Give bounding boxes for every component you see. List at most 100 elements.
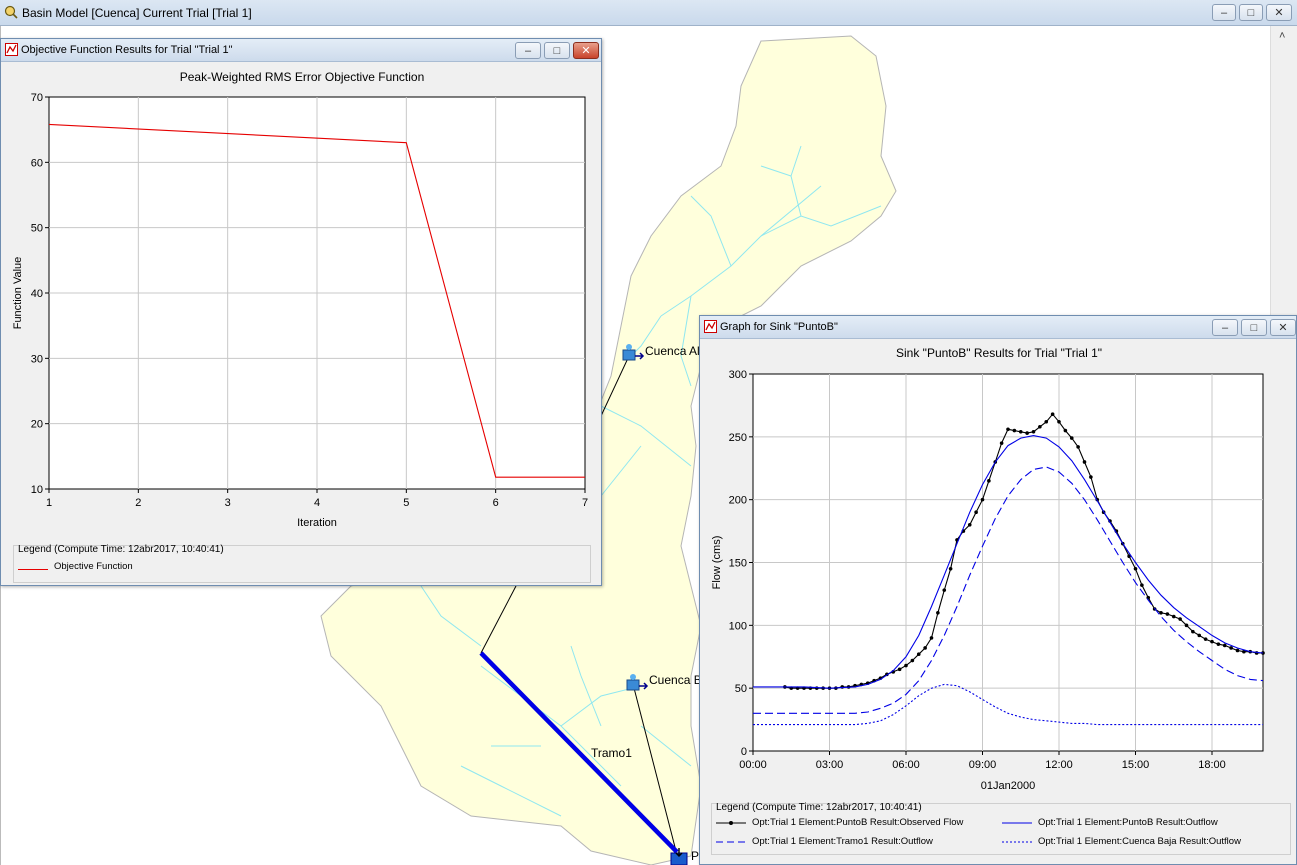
- x-tick-label: 18:00: [1198, 759, 1226, 771]
- observed-point: [987, 479, 991, 483]
- observed-point: [1140, 583, 1144, 587]
- close-icon: ✕: [581, 45, 591, 57]
- observed-point: [1038, 424, 1042, 429]
- x-tick-label: 15:00: [1122, 759, 1150, 771]
- minimize-button[interactable]: –: [1212, 4, 1236, 21]
- main-window-titlebar: Basin Model [Cuenca] Current Trial [Tria…: [0, 0, 1297, 26]
- observed-point: [904, 663, 908, 668]
- y-tick-label: 300: [729, 369, 747, 381]
- sink-window-titlebar[interactable]: Graph for Sink "PuntoB" – □ ✕: [700, 316, 1296, 339]
- x-tick-label: 00:00: [739, 759, 767, 771]
- sink-legend-label-tramo1: Opt:Trial 1 Element:Tramo1 Result:Outflo…: [752, 836, 933, 847]
- sink-legend-label-cuenca-baja: Opt:Trial 1 Element:Cuenca Baja Result:O…: [1038, 836, 1241, 847]
- observed-point: [1216, 642, 1221, 646]
- objective-window-title: Objective Function Results for Trial "Tr…: [21, 44, 233, 56]
- main-window-title: Basin Model [Cuenca] Current Trial [Tria…: [22, 6, 252, 20]
- objective-window-titlebar[interactable]: Objective Function Results for Trial "Tr…: [1, 39, 601, 62]
- close-icon: ✕: [1274, 7, 1284, 19]
- objective-close-button[interactable]: ✕: [573, 42, 599, 59]
- y-tick-label: 150: [729, 558, 747, 570]
- observed-point: [980, 497, 985, 502]
- x-tick-label: 6: [493, 497, 499, 509]
- minimize-icon: –: [1220, 6, 1228, 19]
- sink-chart: 0 50 100 150 200 250 300 00:00 03:00 06:00 09:00 12…: [711, 369, 1265, 792]
- scroll-up-icon[interactable]: ˄: [1279, 30, 1285, 42]
- observed-point: [1076, 445, 1080, 449]
- legend-line-red: [18, 564, 48, 570]
- restore-icon: □: [1250, 321, 1258, 334]
- minimize-icon: –: [524, 44, 532, 57]
- observed-point: [929, 636, 934, 640]
- chart-window-icon: [704, 320, 717, 333]
- restore-icon: □: [1247, 6, 1255, 19]
- observed-point: [1089, 475, 1093, 479]
- x-tick-label: 1: [46, 497, 52, 509]
- y-tick-label: 200: [729, 495, 747, 507]
- sink-legend-header: Legend (Compute Time: 12abr2017, 10:40:4…: [716, 802, 922, 813]
- sink-restore-button[interactable]: □: [1241, 319, 1267, 336]
- observed-point: [916, 652, 921, 657]
- observed-point: [942, 588, 947, 592]
- map-label-cuenca-alta: Cuenca Alt: [645, 344, 704, 358]
- objective-function-window[interactable]: Objective Function Results for Trial "Tr…: [0, 38, 602, 586]
- sink-legend-item-tramo1: Opt:Trial 1 Element:Tramo1 Result:Outflo…: [716, 836, 933, 847]
- y-tick-label: 10: [31, 484, 43, 496]
- objective-chart-title: Peak-Weighted RMS Error Objective Functi…: [179, 70, 425, 84]
- observed-point: [1012, 428, 1017, 433]
- observed-point: [814, 686, 819, 690]
- sink-legend-item-observed: Opt:Trial 1 Element:PuntoB Result:Observ…: [716, 817, 963, 828]
- legend-line-cuenca-baja: [1002, 841, 1032, 842]
- sink-window-title: Graph for Sink "PuntoB": [720, 321, 838, 333]
- x-tick-label: 4: [314, 497, 320, 509]
- y-axis-label: Function Value: [12, 257, 24, 330]
- restore-button[interactable]: □: [1239, 4, 1263, 21]
- x-tick-label: 12:00: [1045, 759, 1073, 771]
- legend-line-outflow: [1002, 822, 1032, 823]
- x-tick-label: 06:00: [892, 759, 920, 771]
- y-tick-label: 0: [741, 746, 747, 758]
- observed-point: [1165, 612, 1170, 616]
- observed-point: [999, 441, 1004, 445]
- sink-chart-title: Sink "PuntoB" Results for Trial "Trial 1…: [896, 346, 1102, 360]
- sink-legend: Legend (Compute Time: 12abr2017, 10:40:4…: [711, 802, 1291, 855]
- close-button[interactable]: ✕: [1266, 4, 1292, 21]
- x-tick-label: 5: [403, 497, 409, 509]
- y-tick-label: 250: [729, 432, 747, 444]
- sink-graph-window[interactable]: Graph for Sink "PuntoB" – □ ✕ Sink "Punt…: [699, 315, 1297, 865]
- sink-minimize-button[interactable]: –: [1212, 319, 1238, 336]
- x-axis-label: 01Jan2000: [981, 780, 1035, 792]
- observed-point: [1203, 637, 1208, 641]
- y-tick-label: 40: [31, 288, 43, 300]
- sink-legend-item-cuenca-baja: Opt:Trial 1 Element:Cuenca Baja Result:O…: [1002, 836, 1241, 847]
- sink-close-button[interactable]: ✕: [1270, 319, 1296, 336]
- observed-point: [1229, 646, 1233, 650]
- y-tick-label: 30: [31, 353, 43, 365]
- observed-point: [1018, 430, 1023, 434]
- observed-point: [936, 610, 940, 615]
- y-tick-label: 50: [31, 223, 43, 235]
- restore-icon: □: [553, 44, 561, 57]
- observed-point: [948, 566, 953, 571]
- sink-legend-item-outflow: Opt:Trial 1 Element:PuntoB Result:Outflo…: [1002, 817, 1218, 828]
- observed-point: [1178, 617, 1182, 621]
- x-axis-label: Iteration: [297, 517, 337, 529]
- observed-point: [1063, 428, 1068, 433]
- sink-legend-label-outflow: Opt:Trial 1 Element:PuntoB Result:Outflo…: [1038, 817, 1218, 828]
- observed-point: [840, 685, 845, 689]
- observed-point: [1191, 629, 1195, 634]
- chart-window-icon: [5, 43, 18, 56]
- observed-point: [1210, 639, 1214, 644]
- objective-restore-button[interactable]: □: [544, 42, 570, 59]
- observed-point: [1069, 436, 1074, 440]
- observed-point: [1184, 623, 1189, 628]
- objective-chart: 10 20 30 40 50 60 70 1 2 3 4 5 6 7 Iteration Function V…: [12, 92, 588, 529]
- objective-minimize-button[interactable]: –: [515, 42, 541, 59]
- observed-point: [1133, 566, 1138, 571]
- close-icon: ✕: [1278, 322, 1288, 334]
- observed-point: [923, 646, 927, 650]
- y-tick-label: 50: [735, 683, 747, 695]
- objective-legend: Legend (Compute Time: 12abr2017, 10:40:4…: [13, 544, 591, 583]
- minimize-icon: –: [1221, 321, 1229, 334]
- x-tick-label: 2: [135, 497, 141, 509]
- y-tick-label: 70: [31, 92, 43, 104]
